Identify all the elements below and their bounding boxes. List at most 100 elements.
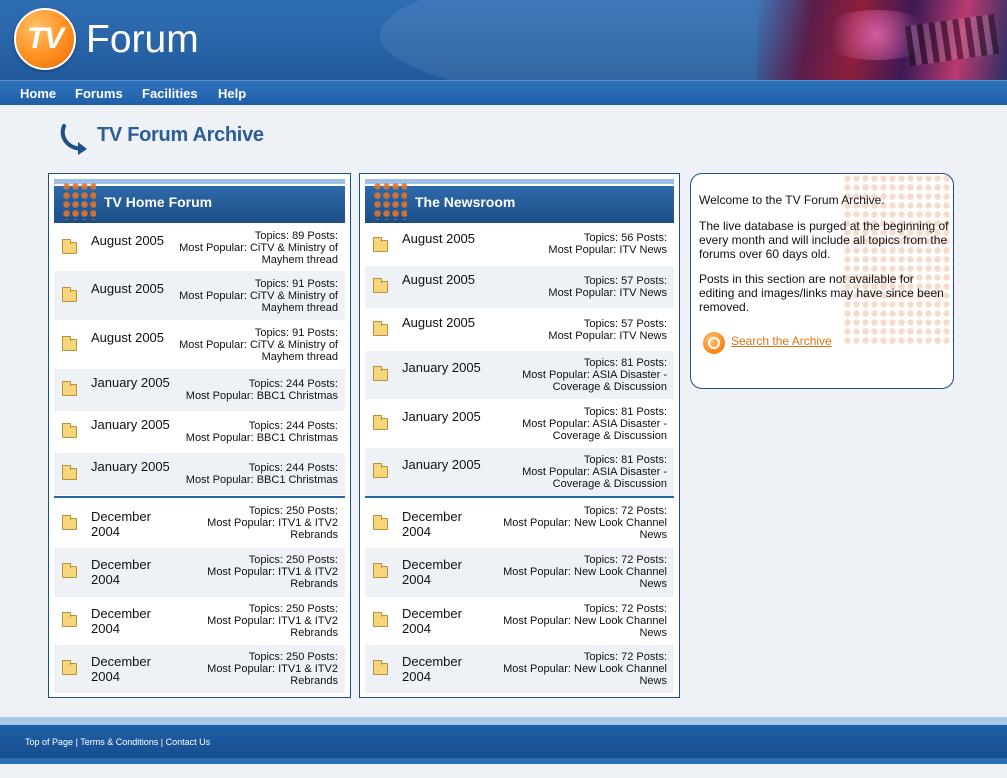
list-item[interactable]: August 2005 Topics: 91 Posts: Most Popula…	[54, 271, 345, 320]
folder-icon	[373, 515, 388, 530]
archive-month[interactable]: August 2005	[91, 233, 171, 248]
welcome-intro: Welcome to the TV Forum Archive.	[699, 193, 885, 207]
list-item[interactable]: December 2004 Topics: 72 Posts: Most Popu…	[365, 500, 674, 548]
list-item[interactable]: December 2004 Topics: 72 Posts: Most Popu…	[365, 548, 674, 597]
archive-stats: Topics: 72 Posts: Most Popular: New Look …	[492, 651, 667, 687]
topics-count: Topics: 72 Posts:	[583, 554, 667, 566]
archive-stats: Topics: 57 Posts: Most Popular: ITV News	[492, 318, 667, 342]
archive-month[interactable]: January 2005	[402, 457, 482, 472]
list-item[interactable]: August 2005 Topics: 56 Posts: Most Popula…	[365, 226, 674, 266]
logo-icon[interactable]: TV	[14, 8, 76, 70]
archive-stats: Topics: 81 Posts: Most Popular: ASIA Disa…	[492, 357, 667, 393]
archive-month[interactable]: December 2004	[402, 606, 482, 636]
most-popular: Most Popular: CiTV & Ministry of Mayhem …	[179, 242, 338, 266]
list-item[interactable]: December 2004 Topics: 250 Posts: Most Pop…	[54, 597, 345, 645]
topics-count: Topics: 81 Posts:	[583, 357, 667, 369]
archive-month[interactable]: December 2004	[402, 654, 482, 684]
nav-facilities[interactable]: Facilities	[142, 86, 198, 101]
folder-icon	[62, 287, 77, 302]
nav-home[interactable]: Home	[20, 86, 56, 101]
footer-bottom-band	[0, 758, 1007, 764]
site-header: TV Forum	[0, 0, 1007, 80]
archive-month[interactable]: January 2005	[91, 459, 171, 474]
folder-icon	[62, 336, 77, 351]
most-popular: Most Popular: BBC1 Christmas	[185, 390, 338, 402]
list-item[interactable]: January 2005 Topics: 244 Posts: Most Popu…	[54, 453, 345, 495]
folder-icon	[373, 612, 388, 627]
archive-month[interactable]: December 2004	[91, 654, 171, 684]
footer-top-band	[0, 717, 1007, 725]
archive-stats: Topics: 57 Posts: Most Popular: ITV News	[492, 275, 667, 299]
panel-header: The Newsroom	[365, 179, 674, 223]
folder-icon	[62, 563, 77, 578]
archive-stats: Topics: 244 Posts: Most Popular: BBC1 Chr…	[173, 462, 338, 486]
archive-month[interactable]: January 2005	[91, 375, 171, 390]
nav-forums[interactable]: Forums	[75, 86, 123, 101]
archive-month[interactable]: August 2005	[402, 272, 482, 287]
search-archive-link[interactable]: Search the Archive	[731, 334, 832, 348]
archive-month[interactable]: December 2004	[402, 509, 482, 539]
logo-text[interactable]: Forum	[86, 17, 199, 63]
most-popular: Most Popular: ASIA Disaster - Coverage &…	[522, 369, 667, 393]
folder-icon	[373, 366, 388, 381]
folder-icon	[62, 239, 77, 254]
archive-stats: Topics: 81 Posts: Most Popular: ASIA Disa…	[492, 454, 667, 490]
archive-stats: Topics: 72 Posts: Most Popular: New Look …	[492, 505, 667, 541]
dots-decoration-icon	[373, 182, 407, 220]
list-item[interactable]: August 2005 Topics: 57 Posts: Most Popula…	[365, 266, 674, 308]
list-item[interactable]: December 2004 Topics: 250 Posts: Most Pop…	[54, 645, 345, 693]
panel-title: TV Home Forum	[104, 194, 213, 210]
footer-top-of-page-link[interactable]: Top of Page	[25, 737, 73, 747]
archive-month[interactable]: December 2004	[402, 557, 482, 587]
archive-stats: Topics: 89 Posts: Most Popular: CiTV & Mi…	[173, 230, 338, 266]
topics-count: Topics: 57 Posts:	[583, 318, 667, 330]
most-popular: Most Popular: New Look Channel News	[503, 517, 667, 541]
footer-contact-link[interactable]: Contact Us	[166, 737, 211, 747]
archive-month[interactable]: August 2005	[91, 281, 171, 296]
search-icon[interactable]	[703, 332, 725, 354]
list-item[interactable]: December 2004 Topics: 250 Posts: Most Pop…	[54, 548, 345, 597]
archive-stats: Topics: 91 Posts: Most Popular: CiTV & Mi…	[173, 278, 338, 314]
archive-stats: Topics: 56 Posts: Most Popular: ITV News	[492, 232, 667, 256]
archive-month[interactable]: August 2005	[402, 315, 482, 330]
list-item[interactable]: December 2004 Topics: 72 Posts: Most Popu…	[365, 645, 674, 693]
list-item[interactable]: January 2005 Topics: 81 Posts: Most Popul…	[365, 351, 674, 399]
topics-count: Topics: 250 Posts:	[248, 603, 338, 615]
archive-stats: Topics: 244 Posts: Most Popular: BBC1 Chr…	[173, 420, 338, 444]
most-popular: Most Popular: ITV1 & ITV2 Rebrands	[207, 663, 338, 687]
topics-count: Topics: 91 Posts:	[254, 327, 338, 339]
archive-month[interactable]: January 2005	[402, 409, 482, 424]
archive-stats: Topics: 244 Posts: Most Popular: BBC1 Chr…	[173, 378, 338, 402]
archive-month[interactable]: August 2005	[91, 330, 171, 345]
archive-month[interactable]: December 2004	[91, 557, 171, 587]
footer-terms-link[interactable]: Terms & Conditions	[80, 737, 158, 747]
list-item[interactable]: January 2005 Topics: 244 Posts: Most Popu…	[54, 369, 345, 411]
list-item[interactable]: January 2005 Topics: 81 Posts: Most Popul…	[365, 399, 674, 448]
topics-count: Topics: 244 Posts:	[248, 462, 338, 474]
list-item[interactable]: August 2005 Topics: 91 Posts: Most Popula…	[54, 320, 345, 369]
header-photo	[757, 0, 1007, 80]
archive-month[interactable]: December 2004	[91, 606, 171, 636]
archive-month[interactable]: December 2004	[91, 509, 171, 539]
panel-header: TV Home Forum	[54, 179, 345, 223]
topics-count: Topics: 244 Posts:	[248, 378, 338, 390]
archive-month[interactable]: January 2005	[91, 417, 171, 432]
folder-icon	[373, 660, 388, 675]
list-item[interactable]: December 2004 Topics: 250 Posts: Most Pop…	[54, 500, 345, 548]
archive-stats: Topics: 250 Posts: Most Popular: ITV1 & I…	[173, 651, 338, 687]
most-popular: Most Popular: CiTV & Ministry of Mayhem …	[179, 339, 338, 363]
welcome-purge-info: The live database is purged at the begin…	[699, 219, 949, 261]
archive-month[interactable]: January 2005	[402, 360, 482, 375]
panel-tv-home-forum: TV Home Forum August 2005 Topics: 89 Pos…	[48, 173, 351, 698]
most-popular: Most Popular: New Look Channel News	[503, 615, 667, 639]
list-item[interactable]: December 2004 Topics: 72 Posts: Most Popu…	[365, 597, 674, 645]
archive-month[interactable]: August 2005	[402, 231, 482, 246]
most-popular: Most Popular: ASIA Disaster - Coverage &…	[522, 418, 667, 442]
nav-help[interactable]: Help	[218, 86, 246, 101]
topics-count: Topics: 244 Posts:	[248, 420, 338, 432]
list-item[interactable]: January 2005 Topics: 81 Posts: Most Popul…	[365, 448, 674, 496]
most-popular: Most Popular: New Look Channel News	[503, 566, 667, 590]
list-item[interactable]: August 2005 Topics: 89 Posts: Most Popula…	[54, 226, 345, 271]
list-item[interactable]: January 2005 Topics: 244 Posts: Most Popu…	[54, 411, 345, 453]
list-item[interactable]: August 2005 Topics: 57 Posts: Most Popula…	[365, 308, 674, 351]
